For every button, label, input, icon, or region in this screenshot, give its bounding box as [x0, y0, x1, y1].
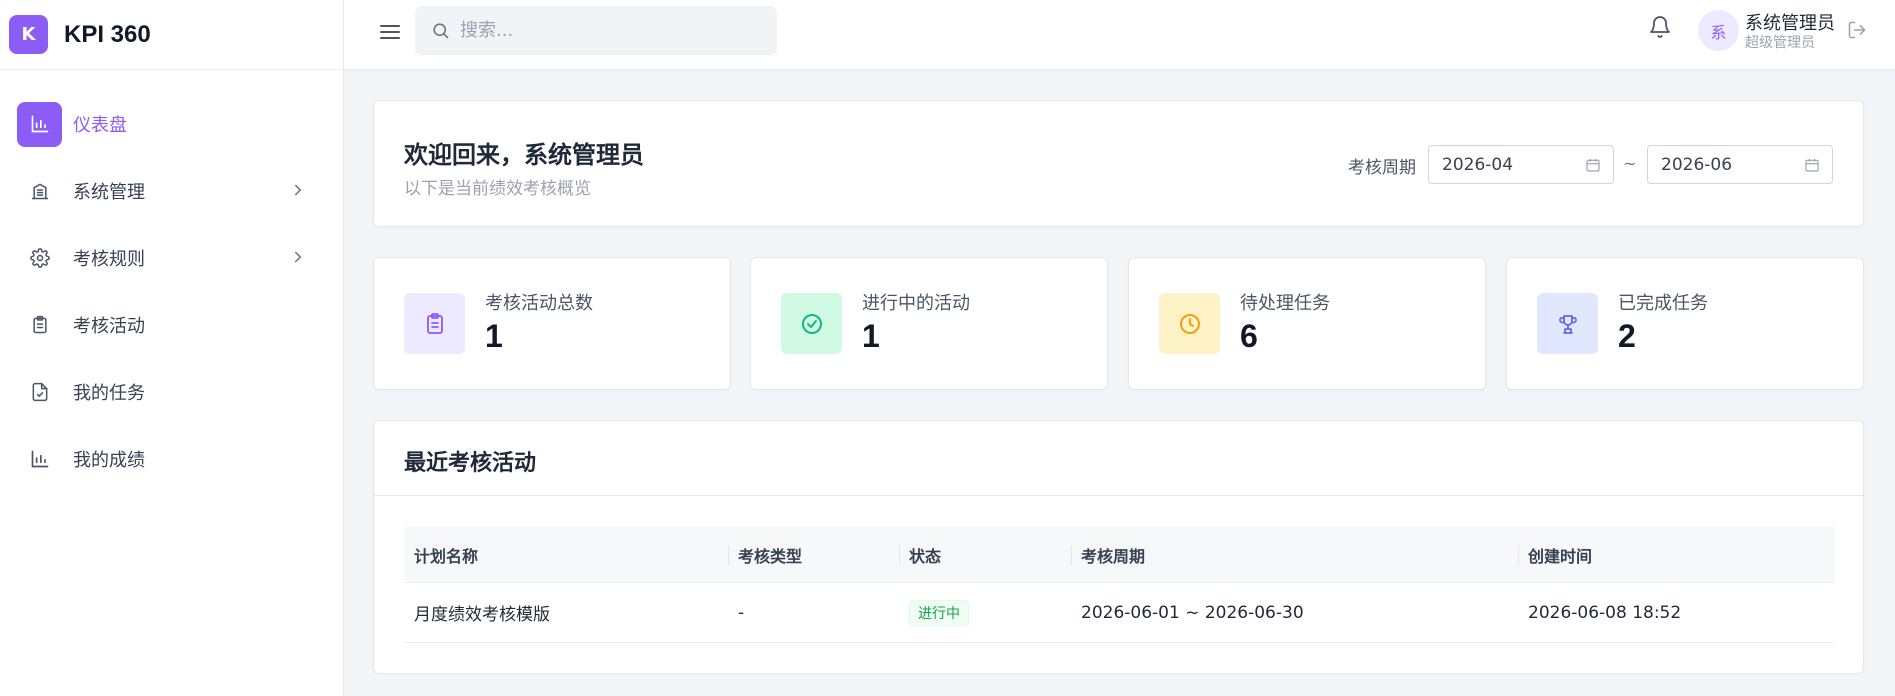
stat-card-pending: 待处理任务 6: [1128, 257, 1486, 390]
stat-label: 进行中的活动: [862, 293, 970, 314]
stat-card-active: 进行中的活动 1: [750, 257, 1108, 390]
bar-chart-icon: [17, 437, 62, 482]
menu-toggle-button[interactable]: [375, 17, 405, 47]
calendar-icon: [1585, 157, 1601, 173]
stat-value: 2: [1618, 318, 1636, 354]
calendar-icon: [1804, 157, 1820, 173]
sidebar-item-label: 仪表盘: [73, 115, 127, 136]
sidebar-item-label: 系统管理: [73, 182, 145, 203]
stat-value: 6: [1240, 318, 1258, 354]
stat-label: 考核活动总数: [485, 293, 593, 314]
period-start-picker[interactable]: 2026-04: [1428, 145, 1614, 184]
trophy-icon: [1537, 293, 1598, 354]
sidebar-item-scores[interactable]: 我的成绩: [17, 435, 307, 483]
welcome-card: 欢迎回来，系统管理员 以下是当前绩效考核概览 考核周期 2026-04 ~ 20…: [373, 100, 1864, 227]
stat-value: 1: [485, 318, 503, 354]
sidebar-item-label: 我的任务: [73, 383, 145, 404]
status-badge: 进行中: [909, 599, 969, 626]
welcome-title: 欢迎回来，系统管理员: [404, 141, 644, 169]
recent-activities-card: 最近考核活动 计划名称 考核类型 状态 考核周期 创建时间 月度绩效考核模版 -…: [373, 420, 1864, 674]
column-header: 状态: [899, 527, 1071, 582]
column-header: 考核周期: [1071, 527, 1518, 582]
user-role: 超级管理员: [1745, 35, 1815, 51]
sidebar-item-activities[interactable]: 考核活动: [17, 301, 307, 349]
section-title: 最近考核活动: [404, 451, 537, 476]
stat-card-total: 考核活动总数 1: [373, 257, 731, 390]
created-cell: 2026-06-08 18:52: [1528, 602, 1682, 623]
brand: K KPI 360: [0, 0, 343, 70]
table-row[interactable]: 月度绩效考核模版 - 进行中 2026-06-01 ~ 2026-06-30 2…: [404, 583, 1835, 643]
type-cell: -: [738, 602, 745, 623]
clipboard-list-icon: [17, 303, 62, 348]
building-icon: [17, 169, 62, 214]
stat-label: 已完成任务: [1618, 293, 1708, 314]
welcome-subtitle: 以下是当前绩效考核概览: [404, 179, 591, 199]
activities-table: 计划名称 考核类型 状态 考核周期 创建时间 月度绩效考核模版 - 进行中 20…: [404, 527, 1835, 643]
period-start-value: 2026-04: [1442, 154, 1514, 175]
search-icon: [431, 21, 450, 40]
chevron-right-icon: [289, 181, 307, 203]
period-label: 考核周期: [1348, 158, 1416, 178]
topbar: 系 系统管理员 超级管理员: [344, 0, 1895, 70]
stat-label: 待处理任务: [1240, 293, 1330, 314]
clipboard-list-icon: [404, 293, 465, 354]
sidebar-nav: 仪表盘 系统管理 考核规则 考核活动 我的任务 我的成绩: [0, 70, 343, 483]
file-check-icon: [17, 370, 62, 415]
logout-icon[interactable]: [1847, 20, 1867, 40]
clock-icon: [1159, 293, 1220, 354]
search-box: [415, 6, 777, 55]
brand-name: KPI 360: [64, 20, 151, 48]
brand-logo: K: [9, 15, 48, 54]
period-end-picker[interactable]: 2026-06: [1647, 145, 1833, 184]
column-header: 计划名称: [414, 546, 479, 566]
stat-card-completed: 已完成任务 2: [1506, 257, 1864, 390]
status-cell: 进行中: [899, 599, 1071, 626]
sidebar-item-tasks[interactable]: 我的任务: [17, 368, 307, 416]
sidebar-item-dashboard[interactable]: 仪表盘: [17, 100, 307, 148]
column-header: 创建时间: [1518, 527, 1835, 582]
sidebar-item-label: 我的成绩: [73, 450, 145, 471]
period-separator: ~: [1623, 154, 1637, 173]
period-end-value: 2026-06: [1661, 154, 1733, 175]
sidebar-item-system[interactable]: 系统管理: [17, 167, 307, 215]
check-circle-icon: [781, 293, 842, 354]
plan-name-cell: 月度绩效考核模版: [414, 605, 550, 625]
hamburger-icon: [380, 25, 400, 39]
sidebar-item-rules[interactable]: 考核规则: [17, 234, 307, 282]
chevron-right-icon: [289, 248, 307, 270]
avatar[interactable]: 系: [1698, 10, 1739, 51]
sidebar-item-label: 考核活动: [73, 316, 145, 337]
search-input[interactable]: [460, 20, 760, 41]
table-header: 计划名称 考核类型 状态 考核周期 创建时间: [404, 527, 1835, 583]
sidebar-item-label: 考核规则: [73, 249, 145, 270]
bar-chart-icon: [17, 101, 62, 147]
stat-value: 1: [862, 318, 880, 354]
column-header: 考核类型: [728, 527, 899, 582]
notification-bell-icon[interactable]: [1648, 15, 1672, 39]
period-cell: 2026-06-01 ~ 2026-06-30: [1081, 602, 1304, 623]
divider: [374, 495, 1863, 496]
gear-icon: [17, 236, 62, 281]
sidebar: K KPI 360 仪表盘 系统管理 考核规则 考核活动 我的任务 我的成绩: [0, 0, 344, 696]
